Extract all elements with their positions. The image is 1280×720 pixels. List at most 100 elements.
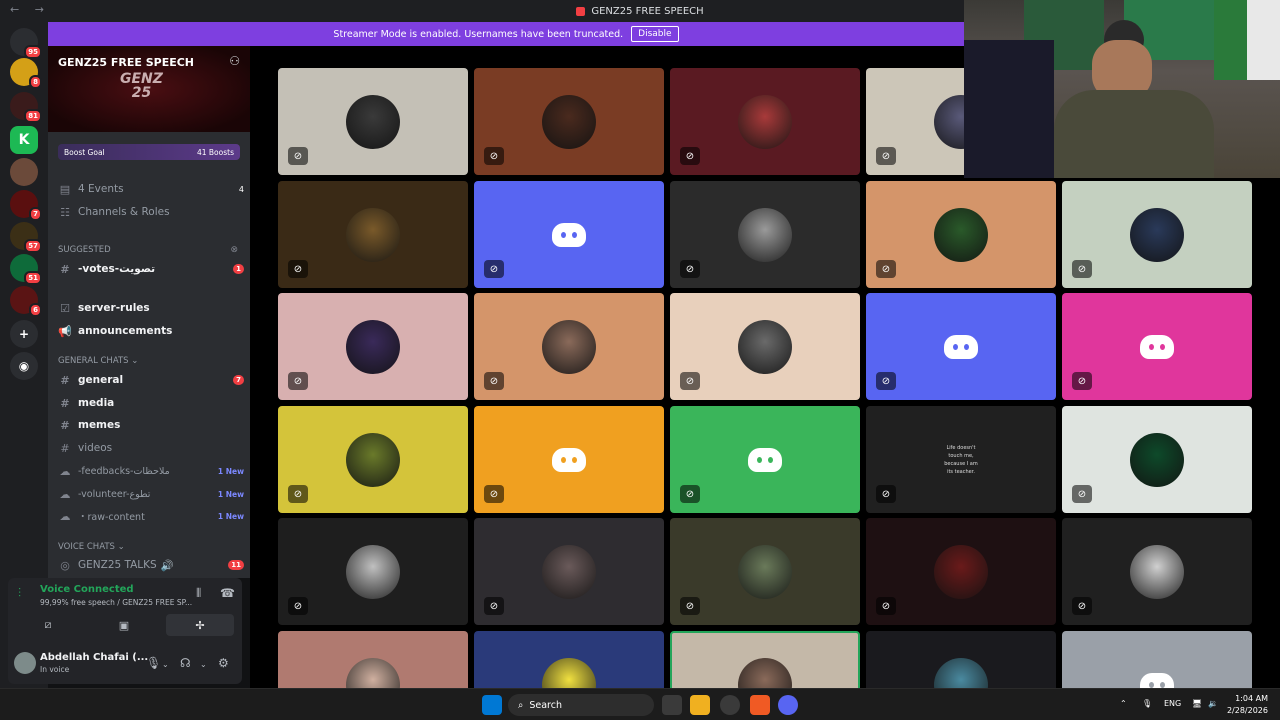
- tray-chevron-icon[interactable]: ⌃: [1120, 699, 1127, 708]
- server-icon[interactable]: K: [10, 126, 38, 154]
- video-tile[interactable]: ⊘: [278, 68, 468, 175]
- channel-media[interactable]: # media: [58, 394, 244, 412]
- video-tile[interactable]: ⊘: [278, 181, 468, 288]
- signal-icon[interactable]: ⫶: [18, 586, 21, 601]
- video-tile[interactable]: Life doesn't touch me, because I am its …: [866, 406, 1056, 513]
- channel-videos[interactable]: # videos: [58, 439, 244, 457]
- boost-goal[interactable]: Boost Goal 41 Boosts: [58, 144, 240, 160]
- task-view-icon[interactable]: [662, 695, 682, 715]
- server-badge: 95: [24, 45, 42, 59]
- video-tile[interactable]: [866, 631, 1056, 688]
- channel-server-rules[interactable]: ☑ server-rules: [58, 299, 244, 317]
- forum-channel[interactable]: ☁ ・raw-content 1 New: [58, 507, 245, 525]
- server-icon[interactable]: 6: [10, 286, 42, 317]
- video-tile[interactable]: ⊘: [474, 406, 664, 513]
- tray-mic-icon[interactable]: 🎙: [1142, 699, 1152, 708]
- video-tile[interactable]: ⊘: [278, 406, 468, 513]
- server-icon[interactable]: [10, 158, 38, 186]
- mic-icon[interactable]: 🎙: [146, 656, 161, 670]
- network-icon[interactable]: 🖥: [1192, 699, 1202, 708]
- video-tile[interactable]: ⊘: [1062, 406, 1252, 513]
- video-tile[interactable]: [670, 631, 860, 688]
- file-explorer-icon[interactable]: [690, 695, 710, 715]
- user-name[interactable]: Abdellah Chafai (...: [40, 652, 148, 663]
- speaker-icon: ◎: [60, 558, 70, 572]
- video-tile[interactable]: ⊘: [278, 518, 468, 625]
- disable-streamer-button[interactable]: Disable: [631, 26, 679, 42]
- avatar: [346, 94, 400, 149]
- events-row[interactable]: ▤ 4 Events 4: [58, 180, 244, 198]
- video-tile[interactable]: ⊘: [474, 518, 664, 625]
- video-tile[interactable]: ⊘: [670, 406, 860, 513]
- streamer-webcam: [964, 0, 1280, 178]
- close-icon[interactable]: ⊗: [230, 245, 238, 255]
- video-tile[interactable]: ⊘: [866, 181, 1056, 288]
- volume-icon[interactable]: 🔉: [1208, 699, 1218, 708]
- activities-button[interactable]: ✢: [166, 614, 234, 636]
- avatar: [542, 544, 596, 599]
- server-banner[interactable]: GENZ25 FREE SPEECH ⚇ GENZ 25 Boost Goal 4…: [48, 46, 250, 160]
- channels-roles-row[interactable]: ☷ Channels & Roles: [58, 203, 244, 221]
- server-name[interactable]: GENZ25 FREE SPEECH: [58, 56, 194, 69]
- video-tile[interactable]: ⊘: [866, 518, 1056, 625]
- forum-channel[interactable]: ☁ -feedbacks-ملاحظات 1 New: [58, 462, 245, 480]
- voice-connected-sub[interactable]: 99,99% free speech / GENZ25 FREE SP...: [40, 598, 192, 607]
- headphones-icon[interactable]: ☊: [180, 656, 191, 670]
- video-tile[interactable]: [1062, 631, 1252, 688]
- nav-arrows[interactable]: ← →: [10, 3, 50, 16]
- muted-mic-icon: ⊘: [288, 147, 308, 165]
- server-icon[interactable]: 8: [10, 58, 42, 89]
- video-tile[interactable]: ⊘: [670, 518, 860, 625]
- channel-memes[interactable]: # memes: [58, 416, 244, 434]
- invite-icon[interactable]: ⚇: [229, 54, 240, 68]
- headphones-chevron-icon[interactable]: ⌄: [200, 660, 207, 669]
- server-icon[interactable]: 57: [10, 222, 42, 253]
- add-server-icon[interactable]: +: [10, 320, 38, 348]
- chrome-icon[interactable]: [720, 695, 740, 715]
- gear-icon[interactable]: ⚙: [218, 656, 229, 670]
- tray-language[interactable]: ENG: [1164, 699, 1181, 708]
- video-tile[interactable]: ⊘: [866, 293, 1056, 400]
- video-tile[interactable]: ⊘: [1062, 518, 1252, 625]
- video-tile[interactable]: ⊘: [1062, 293, 1252, 400]
- video-tile[interactable]: ⊘: [474, 293, 664, 400]
- video-tile[interactable]: ⊘: [670, 68, 860, 175]
- video-tile[interactable]: [474, 631, 664, 688]
- discord-icon[interactable]: [778, 695, 798, 715]
- channel-general[interactable]: # general 7: [58, 371, 244, 389]
- new-tag: 1 New: [217, 466, 244, 476]
- video-tile[interactable]: ⊘: [1062, 181, 1252, 288]
- category-general-chats[interactable]: GENERAL CHATS ⌄: [58, 356, 138, 366]
- server-icon[interactable]: 51: [10, 254, 42, 285]
- camera-button[interactable]: ⧄: [14, 614, 82, 636]
- channel-label: media: [78, 397, 115, 409]
- server-icon[interactable]: 81: [10, 92, 42, 123]
- streamer-shirt: [1054, 90, 1214, 178]
- category-voice-chats[interactable]: VOICE CHATS ⌄: [58, 542, 125, 552]
- disconnect-icon[interactable]: ☎: [220, 586, 235, 600]
- video-tile[interactable]: ⊘: [474, 68, 664, 175]
- mic-chevron-icon[interactable]: ⌄: [162, 660, 169, 669]
- video-tile[interactable]: [278, 631, 468, 688]
- channel-announcements[interactable]: 📢 announcements: [58, 322, 244, 340]
- muted-mic-icon: ⊘: [1072, 260, 1092, 278]
- dismiss-suggested[interactable]: ⊗: [58, 241, 238, 259]
- avatar: [346, 657, 400, 688]
- screen-share-button[interactable]: ▣: [90, 614, 158, 636]
- channel-votes[interactable]: # -votes-تصويت 1: [58, 260, 244, 278]
- start-icon[interactable]: [482, 695, 502, 715]
- video-tile[interactable]: ⊘: [670, 293, 860, 400]
- avatar[interactable]: [14, 652, 36, 674]
- video-tile[interactable]: ⊘: [278, 293, 468, 400]
- brave-icon[interactable]: [750, 695, 770, 715]
- voice-channel-talks[interactable]: ◎ GENZ25 TALKS 🔊 11: [58, 556, 244, 574]
- discover-icon[interactable]: ◉: [10, 352, 38, 380]
- taskbar-search[interactable]: ⌕ Search: [508, 694, 654, 716]
- noise-suppression-icon[interactable]: ⦀: [196, 586, 201, 601]
- server-icon[interactable]: 7: [10, 190, 42, 221]
- server-icon[interactable]: 95: [10, 28, 42, 59]
- video-tile[interactable]: ⊘: [670, 181, 860, 288]
- forum-channel[interactable]: ☁ -volunteer-تطوع 1 New: [58, 485, 245, 503]
- clock[interactable]: 1:04 AM 2/28/2026: [1227, 693, 1268, 717]
- video-tile[interactable]: ⊘: [474, 181, 664, 288]
